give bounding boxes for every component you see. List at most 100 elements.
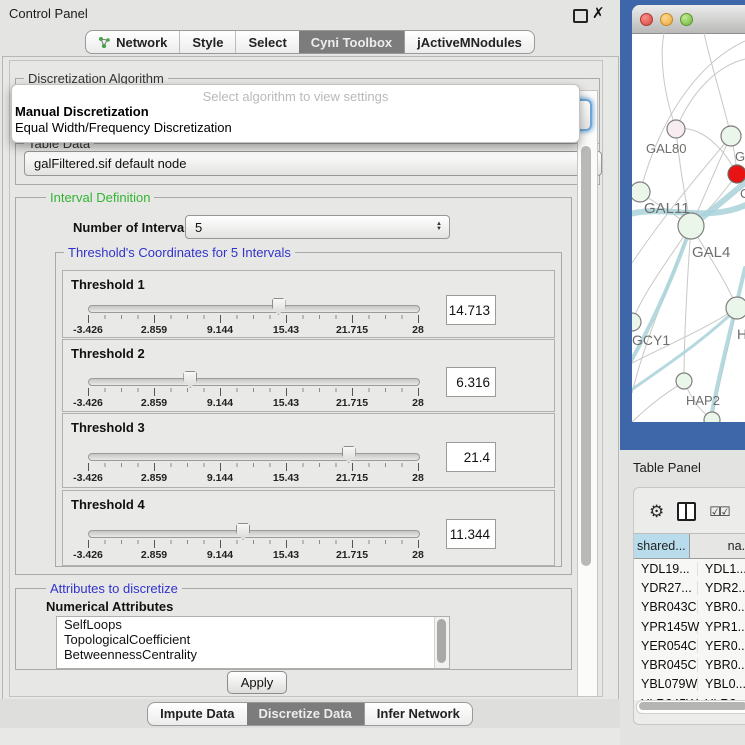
checked-box-icon[interactable]: ☑	[719, 505, 729, 518]
tab-infer-network[interactable]: Infer Network	[364, 703, 472, 725]
close-icon[interactable]: ✗	[592, 4, 605, 22]
tab-cyni-toolbox[interactable]: Cyni Toolbox	[299, 31, 404, 53]
float-window-icon[interactable]	[573, 9, 588, 23]
tab-jactivemnodules[interactable]: jActiveMNodules	[404, 31, 534, 53]
table-row[interactable]: YDL19...YDL1...	[634, 559, 745, 578]
tick-label: 28	[412, 324, 424, 336]
panel-scrollbar[interactable]	[577, 90, 598, 697]
node-red-selected[interactable]	[728, 165, 745, 183]
list-item[interactable]: BetweennessCentrality	[57, 647, 449, 662]
table-row[interactable]: YER054CYER0...	[634, 636, 745, 655]
tick-label: 9.144	[207, 549, 233, 561]
node-label: GA	[735, 149, 745, 164]
group-title: Interval Definition	[46, 190, 154, 205]
gear-icon[interactable]: ⚙	[649, 503, 664, 520]
control-panel-tabrow: Network Style Select Cyni Toolbox jActiv…	[0, 27, 620, 56]
threshold-value-field[interactable]: 21.4	[446, 442, 496, 472]
tab-label: Impute Data	[160, 706, 234, 721]
close-traffic-light[interactable]	[640, 13, 653, 26]
threshold-slider-track[interactable]	[88, 530, 420, 538]
threshold-slider-track[interactable]	[88, 305, 420, 313]
tab-select[interactable]: Select	[235, 31, 298, 53]
minimize-traffic-light[interactable]	[660, 13, 673, 26]
column-header-shared[interactable]: shared...	[634, 534, 690, 558]
node-gal80[interactable]	[667, 120, 685, 138]
table-row[interactable]: YBL079WYBL0...	[634, 675, 745, 694]
node-bottom-partial[interactable]	[704, 412, 720, 422]
threshold-2-panel: Threshold 2 -3.426 2.859 9.144 15.43 21.…	[62, 339, 555, 412]
table-panel-toolbar: ⚙ ☑ ☑	[634, 496, 745, 526]
table-row[interactable]: YBR045CYBR0...	[634, 655, 745, 674]
node-label: GAL80	[646, 141, 686, 156]
table-horizontal-scrollbar[interactable]	[636, 700, 745, 714]
tab-network[interactable]: Network	[86, 31, 179, 53]
numerical-attributes-list: SelfLoops TopologicalCoefficient Between…	[56, 616, 450, 669]
scrollbar-thumb[interactable]	[581, 146, 591, 566]
tab-label: Network	[116, 35, 167, 50]
slider-ticks	[88, 315, 419, 323]
tab-label: jActiveMNodules	[417, 35, 522, 50]
tick-label: 15.43	[273, 397, 299, 409]
node-hap2[interactable]	[676, 373, 692, 389]
attributes-scrollbar[interactable]	[434, 617, 449, 668]
slider-ticks	[88, 540, 419, 548]
tick-label: 28	[412, 397, 424, 409]
algorithm-dropdown-popup: Select algorithm to view settings Manual…	[11, 84, 580, 143]
number-of-intervals-label: Number of Intervals	[73, 220, 195, 235]
node-label: H	[737, 326, 745, 342]
list-item[interactable]: SelfLoops	[57, 617, 449, 632]
tab-group: Network Style Select Cyni Toolbox jActiv…	[85, 30, 535, 54]
node-top-right[interactable]	[721, 126, 741, 146]
list-item[interactable]: TopologicalCoefficient	[57, 632, 449, 647]
table-data-combobox[interactable]: galFiltered.sif default node ▲▼	[24, 151, 602, 176]
threshold-slider-track[interactable]	[88, 453, 420, 461]
threshold-value-field[interactable]: 14.713	[446, 295, 496, 325]
threshold-label: Threshold 4	[71, 497, 145, 512]
apply-button[interactable]: Apply	[227, 671, 287, 694]
group-title: Attributes to discretize	[46, 581, 182, 596]
node-gal11[interactable]	[632, 182, 650, 202]
screenshot-stage: Control Panel ✗ Network Style Select	[0, 0, 745, 745]
zoom-traffic-light[interactable]	[680, 13, 693, 26]
tick-label: 28	[412, 472, 424, 484]
number-of-intervals-combobox[interactable]: 5 ▲▼	[185, 215, 450, 239]
group-title: Threshold's Coordinates for 5 Intervals	[64, 245, 295, 260]
table-panel-title: Table Panel	[633, 460, 701, 475]
threshold-label: Threshold 1	[71, 277, 145, 292]
node-table: shared... na... YDL19...YDL1... YDR27...…	[634, 533, 745, 700]
table-row[interactable]: YDR27...YDR2...	[634, 578, 745, 597]
checked-box-icon[interactable]: ☑	[709, 505, 719, 518]
tab-label: Cyni Toolbox	[311, 35, 392, 50]
threshold-slider-track[interactable]	[88, 378, 420, 386]
combobox-value: 5	[195, 220, 202, 235]
column-header-name[interactable]: na...	[690, 534, 745, 558]
dropdown-option-equal-width[interactable]: Equal Width/Frequency Discretization	[15, 120, 232, 135]
table-row[interactable]: YBR043CYBR0...	[634, 598, 745, 617]
threshold-value-field[interactable]: 6.316	[446, 367, 496, 397]
tick-label: -3.426	[73, 549, 103, 561]
threshold-value-field[interactable]: 11.344	[446, 519, 496, 549]
panel-title: Control Panel	[9, 6, 88, 21]
tick-label: 2.859	[141, 324, 167, 336]
tab-style[interactable]: Style	[179, 31, 235, 53]
threshold-1-panel: Threshold 1 -3.426 2.859 9.144 15.43 21.…	[62, 270, 555, 338]
table-row[interactable]: YPR145WYPR1...	[634, 617, 745, 636]
tick-label: 9.144	[207, 397, 233, 409]
network-graph[interactable]: GAL80 GA C GAL11 GAL4 GCY1 H HAP2	[632, 33, 745, 422]
network-window-titlebar[interactable]	[632, 5, 745, 34]
attributes-group: Attributes to discretize Numerical Attri…	[15, 588, 572, 670]
network-window: GAL80 GA C GAL11 GAL4 GCY1 H HAP2	[632, 5, 745, 422]
bottom-strip	[0, 728, 620, 745]
tab-label: Style	[192, 35, 223, 50]
tick-label: 21.715	[336, 324, 368, 336]
scrollbar-thumb[interactable]	[639, 702, 745, 710]
tab-label: Discretize Data	[259, 706, 352, 721]
node-right-mid[interactable]	[726, 297, 745, 319]
dropdown-option-manual[interactable]: Manual Discretization	[15, 104, 149, 119]
tab-impute-data[interactable]: Impute Data	[148, 703, 246, 725]
tick-label: -3.426	[73, 472, 103, 484]
tab-label: Select	[248, 35, 286, 50]
tab-discretize-data[interactable]: Discretize Data	[247, 703, 364, 725]
node-gcy1[interactable]	[632, 313, 641, 331]
column-view-icon[interactable]	[677, 502, 696, 521]
